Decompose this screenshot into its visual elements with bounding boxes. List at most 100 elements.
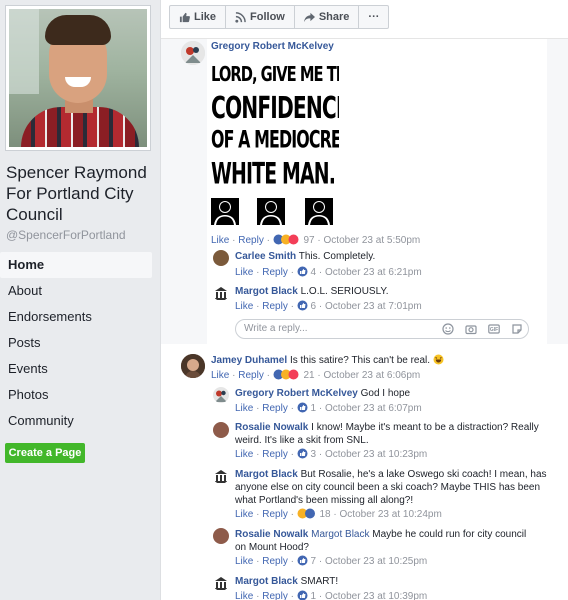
camera-icon[interactable] [465, 323, 477, 335]
like-link[interactable]: Like [235, 509, 253, 520]
comment-author[interactable]: Gregory Robert McKelvey [211, 40, 334, 53]
reply-link[interactable]: Reply [262, 556, 288, 567]
timestamp[interactable]: October 23 at 10:23pm [325, 449, 427, 460]
like-reaction-icon [297, 448, 308, 459]
nav-item-home[interactable]: Home [0, 252, 152, 278]
reply-link[interactable]: Reply [262, 403, 288, 414]
create-page-button[interactable]: Create a Page [5, 443, 85, 463]
like-link[interactable]: Like [235, 301, 253, 312]
like-link[interactable]: Like [235, 403, 253, 414]
timestamp[interactable]: October 23 at 10:39pm [325, 591, 427, 600]
thumbs-up-icon [179, 12, 190, 22]
comment-text: Jamey Duhamel Is this satire? This can't… [211, 354, 551, 367]
timestamp[interactable]: October 23 at 6:06pm [324, 370, 421, 381]
comment-actions: Like · Reply · 1 · October 23 at 10:39pm [235, 590, 428, 600]
sticker-icon[interactable] [511, 323, 523, 335]
more-options-button[interactable]: ··· [359, 6, 388, 28]
avatar[interactable] [213, 528, 229, 544]
man-silhouette-icon [257, 198, 285, 225]
reply-link[interactable]: Reply [262, 301, 288, 312]
like-reaction-icon [297, 555, 308, 566]
timestamp[interactable]: October 23 at 10:24pm [340, 509, 442, 520]
like-page-button[interactable]: Like [170, 6, 227, 28]
timestamp[interactable]: October 23 at 6:21pm [325, 267, 422, 278]
reply-placeholder: Write a reply... [244, 323, 308, 334]
comment-actions: Like · Reply · 3 · October 23 at 10:23pm [235, 448, 428, 460]
nav-item-events[interactable]: Events [0, 356, 152, 382]
nav-item-posts[interactable]: Posts [0, 330, 152, 356]
comment-actions: Like · Reply · 6 · October 23 at 7:01pm [235, 300, 422, 312]
timestamp[interactable]: October 23 at 10:25pm [325, 556, 427, 567]
reply-link[interactable]: Reply [262, 509, 288, 520]
man-silhouette-icon [211, 198, 239, 225]
reply-link[interactable]: Reply [262, 591, 288, 600]
like-reaction-icon [297, 300, 308, 311]
follow-page-button[interactable]: Follow [226, 6, 295, 28]
avatar[interactable] [181, 354, 205, 378]
page-title[interactable]: Spencer Raymond For Portland City Counci… [6, 162, 156, 225]
reply-text: Margot Black SMART! [235, 576, 339, 587]
page-nav: Home About Endorsements Posts Events Pho… [0, 252, 152, 434]
like-reaction-icon [297, 590, 308, 600]
like-link[interactable]: Like [235, 267, 253, 278]
share-page-button[interactable]: Share [295, 6, 360, 28]
reply-link[interactable]: Reply [262, 267, 288, 278]
gif-icon[interactable]: GIF [488, 323, 500, 335]
like-reaction-icon [297, 266, 308, 277]
comment-author[interactable]: Rosalie Nowalk [235, 422, 308, 433]
rss-icon [235, 11, 246, 23]
avatar[interactable] [213, 422, 229, 438]
follow-page-label: Follow [250, 11, 285, 23]
emoji-icon[interactable] [442, 323, 454, 335]
comment-author[interactable]: Margot Black [235, 576, 298, 587]
reply-text: Carlee Smith This. Completely. [235, 251, 376, 262]
comment-author[interactable]: Margot Black [235, 286, 298, 297]
avatar[interactable] [213, 387, 229, 403]
timestamp[interactable]: October 23 at 5:50pm [324, 235, 421, 246]
left-column: Spencer Raymond For Portland City Counci… [0, 0, 158, 600]
like-link[interactable]: Like [235, 591, 253, 600]
reply-link[interactable]: Reply [262, 449, 288, 460]
comment-actions: Like · Reply · 97 · October 23 at 5:50pm [211, 234, 421, 246]
comment-author[interactable]: Gregory Robert McKelvey [235, 388, 358, 399]
page-action-bar: Like Follow Share ··· [169, 5, 390, 29]
avatar[interactable] [181, 41, 205, 65]
comment-author[interactable]: Margot Black [235, 469, 298, 480]
share-page-label: Share [318, 11, 350, 23]
comment-actions: Like · Reply · 18 · October 23 at 10:24p… [235, 508, 442, 520]
reply-link[interactable]: Reply [238, 235, 264, 246]
comment-author[interactable]: Carlee Smith [235, 251, 296, 262]
like-link[interactable]: Like [235, 556, 253, 567]
nav-item-endorsements[interactable]: Endorsements [0, 304, 152, 330]
meme-image[interactable]: LORD, GIVE ME THE CONFIDENCE OF A MEDIOC… [211, 54, 339, 225]
comment-author[interactable]: Jamey Duhamel [211, 355, 287, 366]
avatar[interactable] [213, 468, 229, 484]
like-link[interactable]: Like [211, 370, 229, 381]
meme-line: LORD, GIVE ME THE [211, 62, 339, 87]
comment-author[interactable]: Rosalie Nowalk [235, 529, 308, 540]
comment-actions: Like · Reply · 7 · October 23 at 10:25pm [235, 555, 428, 567]
avatar[interactable] [213, 285, 229, 301]
profile-photo [9, 9, 147, 147]
page-handle[interactable]: @SpencerForPortland [6, 228, 126, 242]
nav-item-about[interactable]: About [0, 278, 152, 304]
reply-link[interactable]: Reply [238, 370, 264, 381]
like-link[interactable]: Like [211, 235, 229, 246]
timestamp[interactable]: October 23 at 7:01pm [325, 301, 422, 312]
like-page-label: Like [194, 11, 217, 23]
nav-item-community[interactable]: Community [0, 408, 152, 434]
avatar[interactable] [213, 575, 229, 591]
share-arrow-icon [303, 12, 315, 22]
reply-input[interactable]: Write a reply... GIF [235, 319, 529, 339]
profile-picture[interactable] [5, 5, 151, 151]
divider [161, 38, 568, 39]
nav-item-photos[interactable]: Photos [0, 382, 152, 408]
reply-text: Rosalie Nowalk Margot Black Maybe he cou… [235, 529, 527, 553]
avatar[interactable] [213, 250, 229, 266]
mention-link[interactable]: Margot Black [311, 529, 369, 540]
like-link[interactable]: Like [235, 449, 253, 460]
laughing-emoji-icon [433, 354, 444, 365]
meme-line: OF A MEDIOCRE [211, 126, 339, 155]
more-options-icon: ··· [368, 11, 380, 23]
timestamp[interactable]: October 23 at 6:07pm [325, 403, 422, 414]
